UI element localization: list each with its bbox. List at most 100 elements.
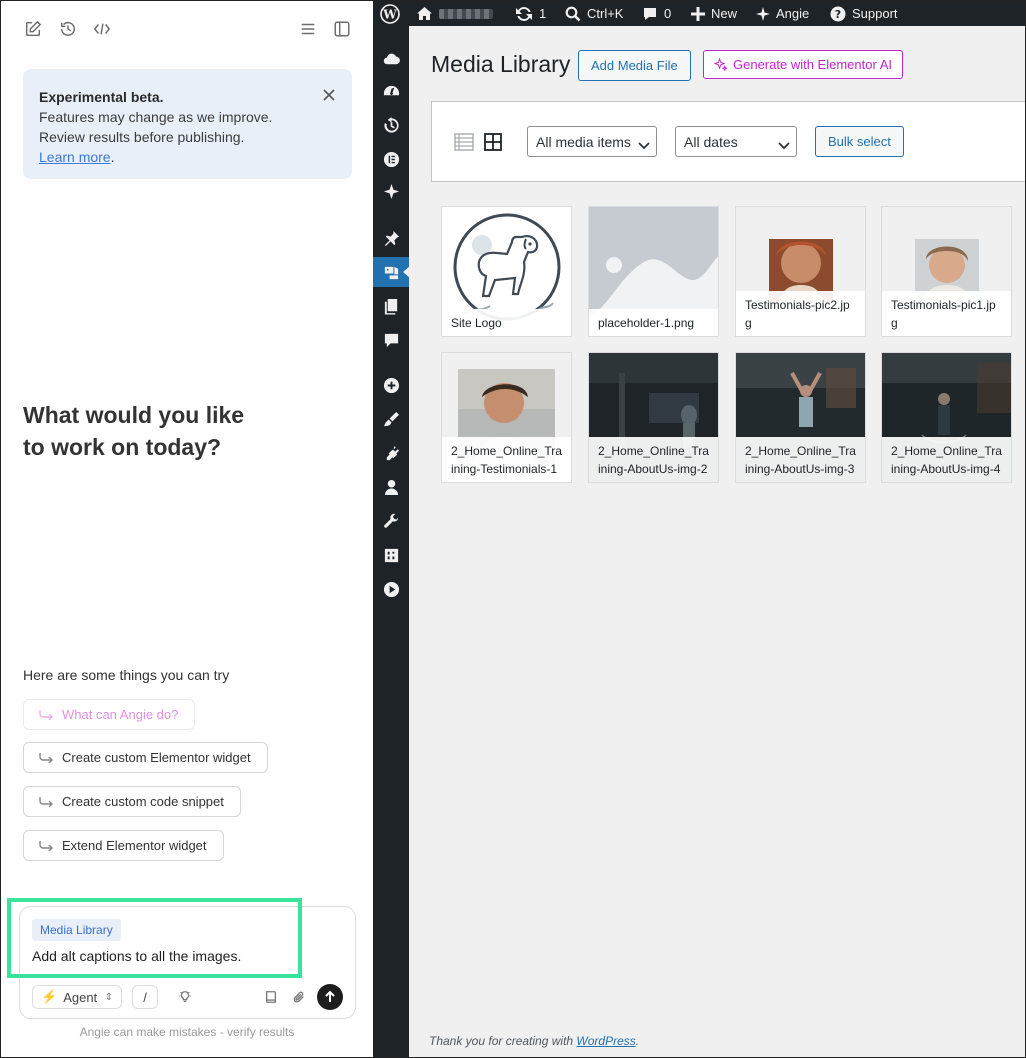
- menu-history-icon[interactable]: [373, 110, 409, 140]
- generate-ai-button[interactable]: Generate with Elementor AI: [703, 50, 903, 79]
- chevron-down-icon: [778, 137, 790, 149]
- menu-play-icon[interactable]: [373, 574, 409, 604]
- send-button[interactable]: [317, 984, 343, 1010]
- disclaimer-text: Angie can make mistakes - verify results: [79, 1025, 295, 1039]
- welcome-line-2: to work on today?: [23, 434, 222, 460]
- search-icon: [565, 6, 581, 21]
- suggestion-code-snippet[interactable]: Create custom code snippet: [23, 786, 241, 817]
- angie-panel: Experimental beta. Features may change a…: [1, 1, 373, 1057]
- menu-posts-pin-icon[interactable]: [373, 223, 409, 253]
- wordpress-logo-icon[interactable]: W: [380, 1, 400, 26]
- menu-plugins-icon[interactable]: [373, 438, 409, 468]
- chat-composer[interactable]: Media Library Add alt captions to all th…: [19, 906, 356, 1019]
- site-name[interactable]: [416, 1, 493, 26]
- notice-line-2: Review results before publishing.: [39, 129, 245, 145]
- media-item[interactable]: Testimonials-pic2.jpg: [735, 206, 866, 337]
- wordpress-link[interactable]: WordPress: [576, 1034, 635, 1048]
- history-icon[interactable]: [58, 19, 78, 39]
- search-menu[interactable]: Ctrl+K: [565, 1, 623, 26]
- media-item-caption: Testimonials-pic1.jpg: [882, 291, 1011, 336]
- home-icon: [417, 7, 432, 20]
- suggestion-label: Create custom code snippet: [62, 794, 224, 809]
- menu-templates-plus-icon[interactable]: [373, 370, 409, 400]
- reply-arrow-icon: [38, 752, 54, 764]
- welcome-heading: What would you like to work on today?: [23, 399, 283, 463]
- suggestion-extend-widget[interactable]: Extend Elementor widget: [23, 830, 224, 861]
- date-filter-value: All dates: [684, 133, 738, 150]
- media-library-page: Media Library Add Media File Generate wi…: [409, 26, 1025, 1057]
- support-menu[interactable]: ? Support: [830, 1, 898, 26]
- menu-appearance-icon[interactable]: [373, 404, 409, 434]
- suggestions-label: Here are some things you can try: [23, 667, 230, 683]
- list-view-icon[interactable]: [454, 132, 474, 152]
- media-type-filter[interactable]: All media items: [527, 126, 657, 157]
- grid-view-icon[interactable]: [483, 132, 503, 152]
- new-chat-icon[interactable]: [23, 19, 43, 39]
- beta-notice: Experimental beta. Features may change a…: [23, 69, 352, 179]
- slash-command-button[interactable]: /: [132, 985, 158, 1009]
- menu-icon[interactable]: [298, 19, 318, 39]
- suggestion-custom-widget[interactable]: Create custom Elementor widget: [23, 742, 268, 773]
- media-item[interactable]: placeholder-1.png: [588, 206, 719, 337]
- admin-footer: Thank you for creating with WordPress.: [429, 1034, 639, 1048]
- updates-menu[interactable]: 1: [515, 1, 546, 26]
- media-item[interactable]: 2_Home_Online_Training-AboutUs-img-2: [588, 352, 719, 483]
- new-content-menu[interactable]: New: [691, 1, 737, 26]
- notice-title: Experimental beta.: [39, 89, 164, 105]
- learn-more-link[interactable]: Learn more: [39, 149, 111, 165]
- close-icon[interactable]: [322, 87, 338, 103]
- media-item-caption: 2_Home_Online_Training-Testimonials-1: [442, 437, 571, 482]
- svg-text:?: ?: [835, 8, 841, 21]
- media-item-caption: 2_Home_Online_Training-AboutUs-img-4: [882, 437, 1011, 482]
- suggestion-label: What can Angie do?: [62, 707, 179, 722]
- media-type-value: All media items: [536, 133, 631, 150]
- menu-dashboard-icon[interactable]: [373, 76, 409, 106]
- page-title: Media Library: [431, 51, 571, 77]
- media-item-caption: 2_Home_Online_Training-AboutUs-img-2: [589, 437, 718, 482]
- reply-arrow-icon: [38, 796, 54, 808]
- media-item-caption: 2_Home_Online_Training-AboutUs-img-3: [736, 437, 865, 482]
- suggestion-what-can-angie-do[interactable]: What can Angie do?: [23, 699, 196, 730]
- add-media-file-button[interactable]: Add Media File: [578, 50, 691, 81]
- menu-pages-icon[interactable]: [373, 291, 409, 321]
- code-icon[interactable]: [92, 19, 112, 39]
- media-item[interactable]: Site Logo: [441, 206, 572, 337]
- menu-tools-icon[interactable]: [373, 506, 409, 536]
- menu-media-icon[interactable]: [373, 257, 410, 287]
- media-item[interactable]: Testimonials-pic1.jpg: [881, 206, 1012, 337]
- ai-sparkle-icon: [714, 58, 727, 71]
- media-item[interactable]: 2_Home_Online_Training-AboutUs-img-4: [881, 352, 1012, 483]
- bulk-select-button[interactable]: Bulk select: [815, 126, 904, 157]
- lightbulb-icon[interactable]: [177, 989, 193, 1005]
- media-item-caption: placeholder-1.png: [589, 309, 718, 336]
- reply-arrow-icon: [38, 709, 54, 721]
- welcome-line-1: What would you like: [23, 402, 245, 428]
- menu-users-icon[interactable]: [373, 472, 409, 502]
- menu-cloud-icon[interactable]: [373, 44, 409, 74]
- context-chip[interactable]: Media Library: [32, 919, 121, 941]
- menu-comments-icon[interactable]: [373, 325, 409, 355]
- prompt-input[interactable]: Add alt captions to all the images.: [32, 948, 241, 964]
- comments-menu[interactable]: 0: [642, 1, 671, 26]
- angie-menu[interactable]: Angie: [756, 1, 809, 26]
- sidebar-toggle-icon[interactable]: [332, 19, 352, 39]
- comment-icon: [644, 7, 656, 20]
- notice-link-suffix: .: [110, 149, 115, 165]
- media-item[interactable]: 2_Home_Online_Training-AboutUs-img-3: [735, 352, 866, 483]
- mode-label: Agent: [63, 989, 98, 1005]
- chevron-down-icon: [638, 137, 650, 149]
- menu-settings-icon[interactable]: [373, 540, 409, 570]
- mode-selector[interactable]: ⚡ Agent ⇕: [32, 985, 122, 1009]
- media-item[interactable]: 2_Home_Online_Training-Testimonials-1: [441, 352, 572, 483]
- chevron-updown-icon: ⇕: [104, 991, 113, 1003]
- comments-count: 0: [664, 6, 672, 21]
- date-filter[interactable]: All dates: [675, 126, 797, 157]
- lightning-icon: ⚡: [41, 989, 58, 1004]
- new-label: New: [711, 6, 738, 21]
- generate-ai-label: Generate with Elementor AI: [733, 57, 892, 72]
- menu-elementor-icon[interactable]: [373, 144, 409, 174]
- book-icon[interactable]: [263, 989, 279, 1005]
- help-icon: ?: [830, 6, 846, 21]
- attachment-icon[interactable]: [291, 989, 307, 1005]
- menu-angie-sparkle-icon[interactable]: [373, 176, 409, 206]
